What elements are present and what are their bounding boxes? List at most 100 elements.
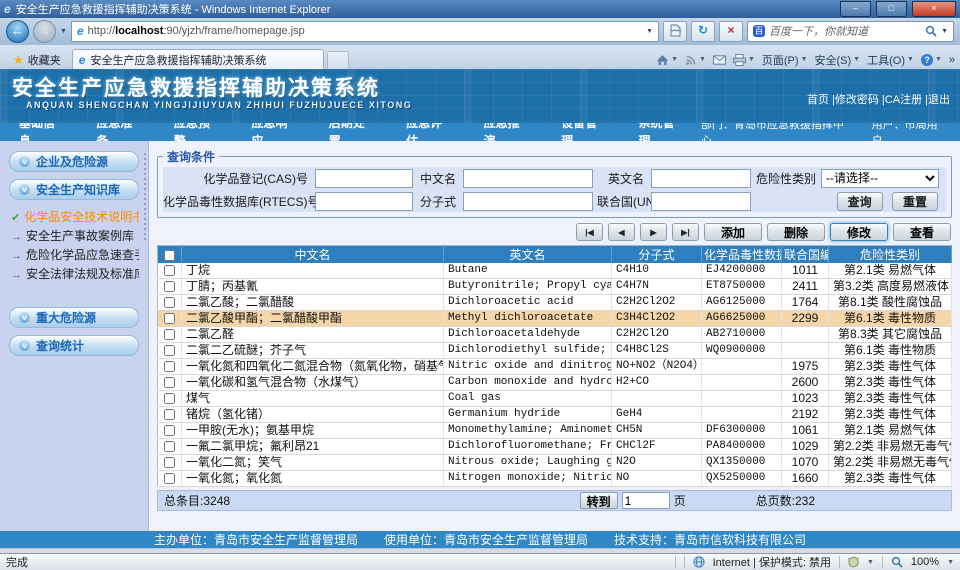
search-dropdown-icon[interactable]: ▼	[941, 28, 948, 35]
row-checkbox[interactable]	[164, 281, 175, 292]
table-row[interactable]: 一氧化氮；氧化氮Nitrogen monoxide; Nitric oxideN…	[158, 471, 952, 487]
sidebar-item-laws-standards[interactable]: 安全法律法规及标准库	[11, 264, 139, 283]
cell-cn: 二氯乙醛	[182, 327, 444, 343]
cell-un: 2600	[782, 375, 829, 391]
home-button[interactable]: ▼	[656, 54, 678, 66]
protected-dropdown-icon[interactable]: ▼	[867, 559, 874, 566]
compatibility-view-button[interactable]	[663, 21, 687, 42]
sidebar-item-chem-msds[interactable]: 化学品安全技术说明书	[11, 207, 139, 226]
new-tab-button[interactable]	[327, 51, 349, 69]
zoom-level[interactable]: 100%	[911, 556, 939, 568]
table-header-row: 中文名英文名分子式化学品毒性数据...联合国编号危险性类别	[158, 246, 952, 264]
safety-menu-button[interactable]: 安全(S)▼	[815, 52, 861, 68]
action-button-添加[interactable]: 添加	[704, 223, 762, 241]
en-name-input[interactable]	[651, 169, 751, 188]
row-checkbox[interactable]	[164, 297, 175, 308]
table-row[interactable]: 一氧化二氮；笑气Nitrous oxide; Laughing gasN2OQX…	[158, 455, 952, 471]
row-checkbox[interactable]	[164, 425, 175, 436]
banner-link[interactable]: CA注册	[885, 94, 922, 106]
banner-link[interactable]: 退出	[928, 94, 950, 106]
print-button[interactable]: ▼	[733, 54, 755, 66]
table-row[interactable]: 丁腈；丙基氰Butyronitrile; Propyl cyanideC4H7N…	[158, 279, 952, 295]
search-button[interactable]: 查询	[837, 192, 883, 211]
row-checkbox[interactable]	[164, 265, 175, 276]
history-dropdown-icon[interactable]: ▼	[60, 28, 67, 35]
cas-input[interactable]	[315, 169, 413, 188]
cn-name-input[interactable]	[463, 169, 593, 188]
sidebar-item-quick-reference[interactable]: 危险化学品应急速查手...	[11, 245, 139, 264]
favorites-button[interactable]: ★ 收藏夹	[5, 50, 69, 69]
table-row[interactable]: 煤气Coal gas1023第2.3类 毒性气体	[158, 391, 952, 407]
address-bar[interactable]: e http://localhost:90/yjzh/frame/homepag…	[71, 21, 659, 42]
zoom-dropdown-icon[interactable]: ▼	[947, 559, 954, 566]
action-button-删除[interactable]: 删除	[767, 223, 825, 241]
rtecs-input[interactable]	[315, 192, 413, 211]
table-row[interactable]: 一氧化碳和氢气混合物（水煤气）Carbon monoxide and hydro…	[158, 375, 952, 391]
banner-link[interactable]: 首页	[807, 94, 829, 106]
help-button[interactable]: ?▼	[921, 54, 942, 66]
row-checkbox[interactable]	[164, 361, 175, 372]
cell-en: Dichlorofluoromethane; Freon-21	[444, 439, 612, 455]
table-row[interactable]: 一甲胺(无水)；氨基甲烷Monomethylamine; Aminomethan…	[158, 423, 952, 439]
un-number-input[interactable]	[651, 192, 751, 211]
select-all-checkbox[interactable]	[164, 250, 175, 261]
cell-un: 1011	[782, 263, 829, 279]
pager-button[interactable]: ▶	[640, 223, 667, 241]
table-row[interactable]: 一氟二氯甲烷；氟利昂21Dichlorofluoromethane; Freon…	[158, 439, 952, 455]
sidebar-section-major-hazards[interactable]: v 重大危险源	[9, 307, 139, 328]
row-checkbox[interactable]	[164, 377, 175, 388]
goto-page-button[interactable]: 转到	[580, 492, 618, 509]
zoom-icon[interactable]	[891, 556, 903, 568]
forward-button[interactable]: →	[33, 20, 56, 43]
hazard-class-select[interactable]: --请选择--	[821, 169, 939, 188]
banner-link[interactable]: 修改密码	[835, 94, 879, 106]
minimize-button[interactable]: –	[840, 1, 871, 17]
search-icon[interactable]	[925, 25, 937, 37]
row-checkbox[interactable]	[164, 345, 175, 356]
browser-tab[interactable]: e 安全生产应急救援指挥辅助决策系统	[72, 49, 324, 69]
search-box[interactable]: 百 百度一下，你就知道 ▼	[747, 21, 954, 42]
cell-hazard: 第2.3类 毒性气体	[829, 359, 952, 375]
table-row[interactable]: 丁烷ButaneC4H10EJ42000001011第2.1类 易燃气体	[158, 263, 952, 279]
sidebar-section-enterprise[interactable]: v 企业及危险源	[9, 151, 139, 172]
cell-rtecs: WQ0900000	[702, 343, 782, 359]
chevron-more-button[interactable]: »	[949, 54, 955, 66]
back-button[interactable]: ←	[6, 20, 29, 43]
sidebar-section-knowledge[interactable]: v 安全生产知识库	[9, 179, 139, 200]
page-number-input[interactable]	[622, 492, 670, 509]
table-row[interactable]: 二氯二乙硫醚；芥子气Dichlorodiethyl sulfide; Musta…	[158, 343, 952, 359]
sidebar-item-accident-cases[interactable]: 安全生产事故案例库	[11, 226, 139, 245]
formula-input[interactable]	[463, 192, 593, 211]
address-dropdown-icon[interactable]: ▼	[646, 28, 653, 35]
security-zone-text: Internet | 保护模式: 禁用	[713, 554, 831, 570]
page-menu-button[interactable]: 页面(P)▼	[762, 52, 808, 68]
row-checkbox[interactable]	[164, 457, 175, 468]
table-row[interactable]: 一氧化氮和四氧化二氮混合物（氮氧化物，硝基气，氧化氮气体）Nitric oxid…	[158, 359, 952, 375]
action-button-修改[interactable]: 修改	[830, 223, 888, 241]
protected-mode-icon[interactable]	[848, 556, 859, 568]
pager-button[interactable]: |◀	[576, 223, 603, 241]
table-row[interactable]: 二氯乙酸甲酯；二氯醋酸甲酯Methyl dichloroacetateC3H4C…	[158, 311, 952, 327]
action-button-查看[interactable]: 查看	[893, 223, 951, 241]
table-row[interactable]: 二氯乙酸；二氯醋酸Dichloroacetic acidC2H2Cl2O2AG6…	[158, 295, 952, 311]
table-row[interactable]: 二氯乙醛DichloroacetaldehydeC2H2Cl2OAB271000…	[158, 327, 952, 343]
search-input[interactable]: 百度一下，你就知道	[769, 23, 921, 39]
sidebar-section-query-stats[interactable]: v 查询统计	[9, 335, 139, 356]
mail-button[interactable]	[713, 55, 726, 65]
row-checkbox[interactable]	[164, 409, 175, 420]
close-button[interactable]: ×	[912, 1, 956, 17]
row-checkbox[interactable]	[164, 441, 175, 452]
stop-button[interactable]: ×	[719, 21, 743, 42]
row-checkbox[interactable]	[164, 393, 175, 404]
pager-button[interactable]: ▶|	[672, 223, 699, 241]
table-row[interactable]: 锗烷（氢化锗）Germanium hydrideGeH42192第2.3类 毒性…	[158, 407, 952, 423]
pager-button[interactable]: ◀	[608, 223, 635, 241]
maximize-button[interactable]: □	[876, 1, 907, 17]
tools-menu-button[interactable]: 工具(O)▼	[867, 52, 914, 68]
feeds-button[interactable]: ▼	[685, 54, 706, 66]
refresh-button[interactable]: ↻	[691, 21, 715, 42]
row-checkbox[interactable]	[164, 473, 175, 484]
row-checkbox[interactable]	[164, 313, 175, 324]
row-checkbox[interactable]	[164, 329, 175, 340]
reset-button[interactable]: 重置	[892, 192, 938, 211]
